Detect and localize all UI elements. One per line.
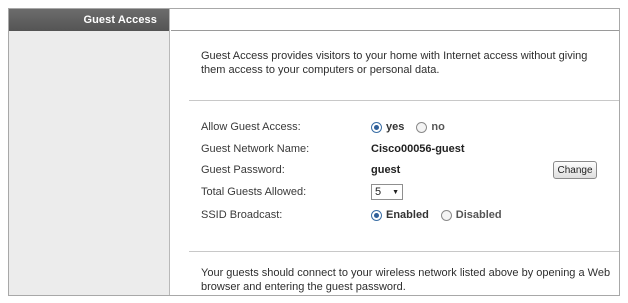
- divider: [189, 100, 619, 101]
- ssid-disabled-label: Disabled: [455, 209, 502, 221]
- guest-access-panel: Guest Access Guest Access provides visit…: [8, 8, 620, 296]
- guest-network-name-label: Guest Network Name:: [201, 143, 310, 155]
- allow-guest-access-row: Allow Guest Access: yes no: [201, 118, 609, 136]
- allow-no-radio[interactable]: no: [416, 121, 445, 133]
- guest-network-name-row: Guest Network Name: Cisco00056-guest: [201, 140, 609, 158]
- radio-selected-icon: [371, 209, 382, 221]
- allow-yes-label: yes: [386, 121, 405, 133]
- intro-text: Guest Access provides visitors to your h…: [201, 50, 588, 76]
- ssid-enabled-label: Enabled: [386, 209, 429, 221]
- footer-instructions: Your guests should connect to your wirel…: [201, 267, 611, 293]
- radio-selected-icon: [371, 121, 382, 133]
- allow-no-label: no: [431, 121, 445, 133]
- radio-unselected-icon: [416, 121, 428, 133]
- guest-password-label: Guest Password:: [201, 164, 285, 176]
- change-password-button[interactable]: Change: [553, 161, 597, 179]
- main-content: Guest Access provides visitors to your h…: [171, 9, 619, 295]
- sidebar: Guest Access: [9, 9, 170, 295]
- content-header-bar: [171, 9, 619, 31]
- guest-password-value: guest: [371, 164, 401, 176]
- total-guests-label: Total Guests Allowed:: [201, 186, 307, 198]
- ssid-enabled-radio[interactable]: Enabled: [371, 209, 429, 221]
- total-guests-select[interactable]: 5 ▼: [371, 184, 403, 200]
- allow-yes-radio[interactable]: yes: [371, 121, 404, 133]
- ssid-disabled-radio[interactable]: Disabled: [440, 209, 502, 221]
- chevron-down-icon: ▼: [392, 188, 399, 196]
- divider: [189, 251, 619, 252]
- allow-guest-access-label: Allow Guest Access:: [201, 121, 301, 133]
- sidebar-title: Guest Access: [9, 9, 169, 31]
- guest-network-name-value: Cisco00056-guest: [371, 143, 465, 155]
- ssid-broadcast-label: SSID Broadcast:: [201, 209, 283, 221]
- guest-password-row: Guest Password: guest Change: [201, 161, 609, 179]
- ssid-broadcast-row: SSID Broadcast: Enabled Disabled: [201, 206, 609, 224]
- radio-unselected-icon: [440, 209, 452, 221]
- total-guests-value: 5: [375, 186, 382, 198]
- total-guests-row: Total Guests Allowed: 5 ▼: [201, 183, 609, 201]
